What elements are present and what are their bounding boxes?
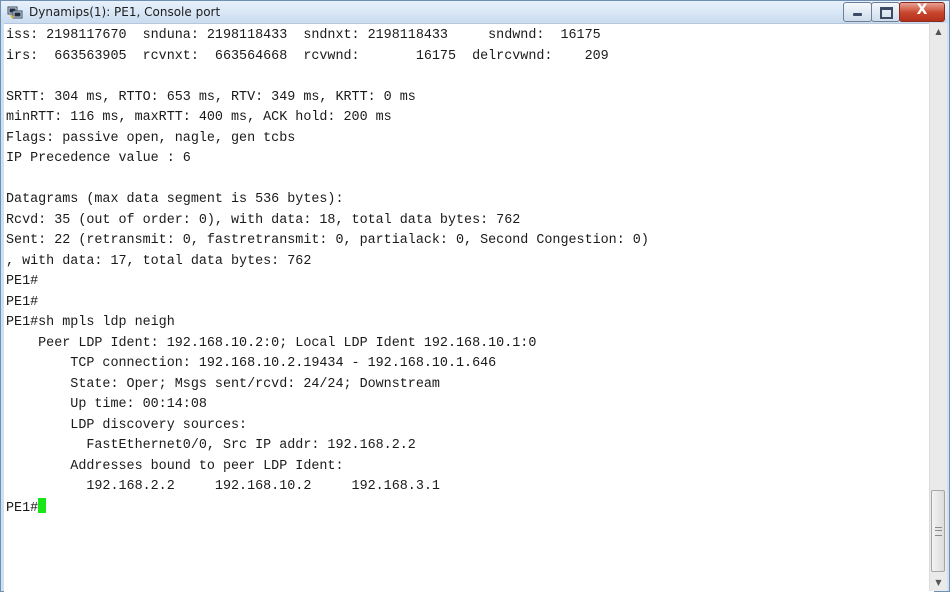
maximize-icon (880, 7, 893, 19)
console-window: Dynamips(1): PE1, Console port X iss: 21… (0, 0, 950, 592)
scroll-thumb[interactable] (931, 490, 945, 572)
window-controls: X (843, 2, 945, 22)
console-line: Flags: passive open, nagle, gen tcbs (6, 130, 296, 146)
console-line: PE1# (6, 294, 39, 310)
scroll-down-arrow-icon[interactable]: ▼ (930, 574, 947, 591)
vertical-scrollbar[interactable]: ▲ ▼ (929, 23, 947, 591)
console-line: LDP discovery sources: (6, 417, 248, 433)
title-bar[interactable]: Dynamips(1): PE1, Console port X (1, 1, 949, 23)
console-line: SRTT: 304 ms, RTTO: 653 ms, RTV: 349 ms,… (6, 89, 416, 105)
close-button[interactable]: X (899, 2, 945, 22)
console-line: Datagrams (max data segment is 536 bytes… (6, 192, 344, 207)
console-line: Peer LDP Ident: 192.168.10.2:0; Local LD… (6, 335, 537, 351)
console-line: Up time: 00:14:08 (6, 397, 207, 412)
console-lines: iss: 2198117670 snduna: 2198118433 sndnx… (4, 24, 934, 518)
minimize-button[interactable] (843, 2, 872, 22)
console-line: irs: 663563905 rcvnxt: 663564668 rcvwnd:… (6, 48, 609, 64)
console-line: 192.168.2.2 192.168.10.2 192.168.3.1 (6, 479, 440, 494)
console-line: State: Oper; Msgs sent/rcvd: 24/24; Down… (6, 376, 440, 392)
console-output[interactable]: iss: 2198117670 snduna: 2198118433 sndnx… (4, 23, 934, 592)
maximize-button[interactable] (871, 2, 900, 22)
command-prompt: PE1# (6, 500, 39, 516)
console-line: Addresses bound to peer LDP Ident: (6, 458, 344, 474)
console-line: , with data: 17, total data bytes: 762 (6, 253, 312, 269)
console-line: FastEthernet0/0, Src IP addr: 192.168.2.… (6, 438, 416, 453)
console-line: Sent: 22 (retransmit: 0, fastretransmit:… (6, 233, 649, 248)
console-line: TCP connection: 192.168.10.2.19434 - 192… (6, 356, 497, 371)
console-line: minRTT: 116 ms, maxRTT: 400 ms, ACK hold… (6, 110, 392, 125)
close-icon: X (916, 2, 928, 18)
window-title: Dynamips(1): PE1, Console port (29, 5, 221, 19)
scroll-up-arrow-icon[interactable]: ▲ (930, 23, 947, 40)
grip-icon (935, 527, 942, 536)
prompt-line: PE1# (6, 497, 934, 519)
putty-terminal-icon (7, 6, 23, 19)
console-line: PE1#sh mpls ldp neigh (6, 315, 175, 330)
console-line: iss: 2198117670 snduna: 2198118433 sndnx… (6, 28, 601, 43)
console-line: PE1# (6, 274, 39, 289)
console-line: Rcvd: 35 (out of order: 0), with data: 1… (6, 212, 521, 228)
console-line: IP Precedence value : 6 (6, 151, 191, 166)
text-cursor (38, 497, 47, 513)
minimize-icon (853, 13, 862, 16)
